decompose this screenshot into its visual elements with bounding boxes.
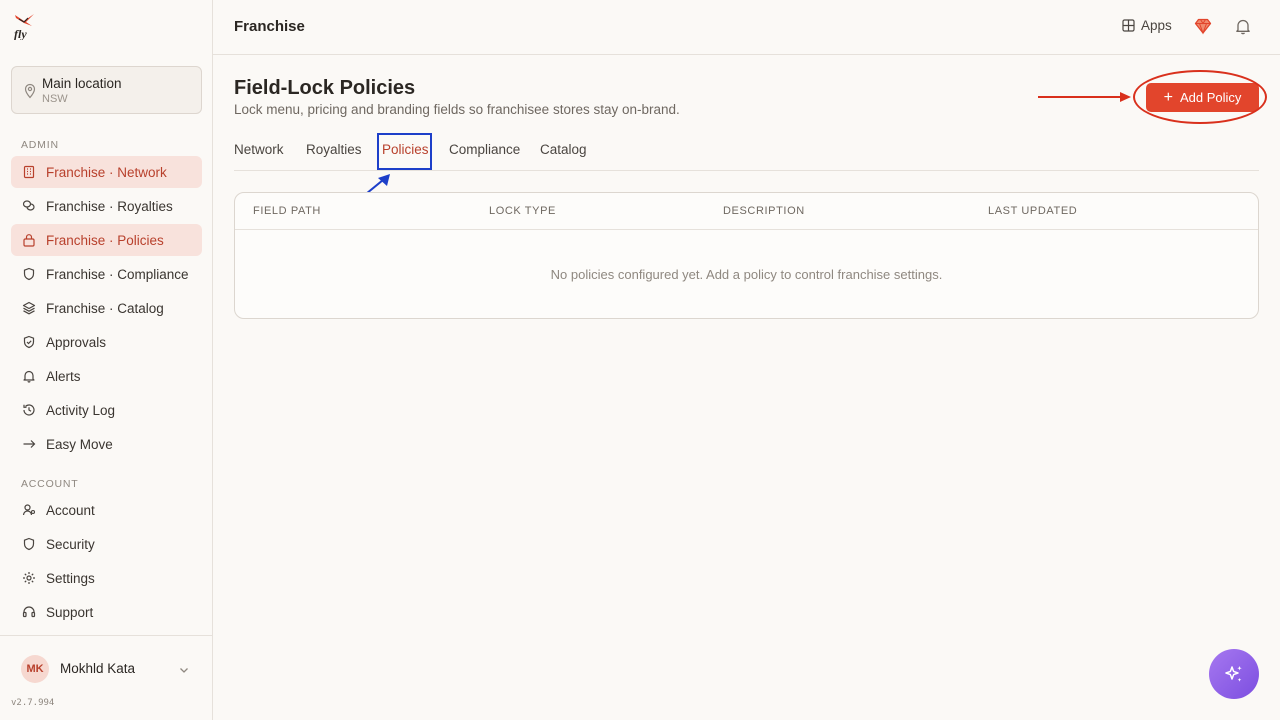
policies-table: FIELD PATH LOCK TYPE DESCRIPTION LAST UP… [234, 192, 1259, 319]
sidebar-item-alerts[interactable]: Alerts [11, 360, 202, 392]
sidebar-item-franchise-network[interactable]: Franchise · Network [11, 156, 202, 188]
apps-button[interactable]: Apps [1122, 18, 1172, 33]
sidebar-item-account[interactable]: Account [11, 494, 202, 526]
tab-compliance[interactable]: Compliance [449, 142, 520, 157]
page-title: Field-Lock Policies [234, 77, 416, 99]
sidebar-item-label: Alerts [46, 368, 81, 384]
map-pin-icon [23, 83, 37, 99]
sidebar-item-support[interactable]: Support [11, 596, 202, 628]
sidebar-item-label: Account [46, 502, 95, 518]
arrow-right-icon [22, 437, 36, 451]
column-header-last-updated: LAST UPDATED [988, 205, 1078, 217]
user-name: Mokhld Kata [60, 661, 136, 676]
sidebar-item-label: Franchise · Royalties [46, 198, 173, 214]
coins-icon [22, 199, 36, 213]
sidebar-item-label: Franchise · Catalog [46, 300, 164, 316]
sidebar-item-approvals[interactable]: Approvals [11, 326, 202, 358]
tab-network[interactable]: Network [234, 142, 284, 157]
sidebar-item-label: Easy Move [46, 436, 113, 452]
building-icon [22, 165, 36, 179]
sidebar: fly Main location NSW ADMIN Franchise · … [0, 0, 213, 720]
sidebar-item-franchise-compliance[interactable]: Franchise · Compliance [11, 258, 202, 290]
bell-icon [22, 369, 36, 383]
sidebar-item-label: Settings [46, 570, 95, 586]
location-name: Main location [42, 76, 122, 91]
sidebar-item-label: Support [46, 604, 94, 620]
gear-icon [22, 571, 36, 585]
column-header-lock-type: LOCK TYPE [489, 205, 556, 217]
sidebar-item-label: Franchise · Network [46, 164, 167, 180]
shield-icon [22, 537, 36, 551]
grid-icon [1122, 19, 1141, 32]
column-header-description: DESCRIPTION [723, 205, 805, 217]
user-icon [22, 503, 36, 517]
ai-assistant-button[interactable] [1209, 649, 1259, 699]
page-section-title: Franchise [234, 18, 305, 35]
plus-icon: + [1163, 88, 1173, 106]
chevron-down-icon[interactable] [178, 663, 190, 675]
shield-check-icon [22, 335, 36, 349]
topbar: Franchise Apps [213, 0, 1280, 55]
sparkles-icon [1223, 663, 1245, 685]
sidebar-item-label: Franchise · Policies [46, 232, 164, 248]
tab-catalog[interactable]: Catalog [540, 142, 587, 157]
app-version: v2.7.994 [11, 698, 55, 708]
location-region: NSW [42, 93, 68, 105]
sidebar-item-franchise-catalog[interactable]: Franchise · Catalog [11, 292, 202, 324]
user-menu[interactable]: MK Mokhld Kata v2.7.994 [0, 635, 212, 720]
add-policy-button[interactable]: + Add Policy [1146, 83, 1259, 112]
sidebar-item-activity-log[interactable]: Activity Log [11, 394, 202, 426]
headset-icon [22, 605, 36, 619]
sidebar-item-settings[interactable]: Settings [11, 562, 202, 594]
annotation-arrow-red-icon [1038, 92, 1131, 102]
tab-policies[interactable]: Policies [382, 142, 429, 157]
tab-bar: Network Royalties Policies Compliance Ca… [234, 135, 1259, 171]
page-subtitle: Lock menu, pricing and branding fields s… [234, 102, 680, 117]
column-header-field-path: FIELD PATH [253, 205, 321, 217]
account-section-label: ACCOUNT [21, 478, 79, 490]
notifications-bell-icon[interactable] [1234, 17, 1252, 35]
sidebar-item-security[interactable]: Security [11, 528, 202, 560]
avatar: MK [21, 655, 49, 683]
history-icon [22, 403, 36, 417]
sidebar-item-label: Franchise · Compliance [46, 266, 189, 282]
empty-state-message: No policies configured yet. Add a policy… [550, 267, 943, 282]
admin-section-label: ADMIN [21, 139, 59, 151]
fly-logo-icon[interactable]: fly [12, 12, 38, 41]
sidebar-item-label: Approvals [46, 334, 107, 350]
tab-royalties[interactable]: Royalties [306, 142, 362, 157]
location-switcher[interactable]: Main location NSW [11, 66, 202, 114]
sidebar-item-easy-move[interactable]: Easy Move [11, 428, 202, 460]
svg-text:fly: fly [14, 27, 27, 40]
table-header: FIELD PATH LOCK TYPE DESCRIPTION LAST UP… [235, 193, 1258, 230]
add-policy-label: Add Policy [1179, 90, 1242, 105]
apps-label: Apps [1141, 18, 1172, 33]
sidebar-item-label: Activity Log [46, 402, 116, 418]
lock-icon [22, 233, 36, 247]
sidebar-item-label: Security [46, 536, 95, 552]
gem-icon[interactable] [1194, 17, 1212, 35]
sidebar-item-franchise-royalties[interactable]: Franchise · Royalties [11, 190, 202, 222]
shield-icon [22, 267, 36, 281]
layers-icon [22, 301, 36, 315]
sidebar-item-franchise-policies[interactable]: Franchise · Policies [11, 224, 202, 256]
